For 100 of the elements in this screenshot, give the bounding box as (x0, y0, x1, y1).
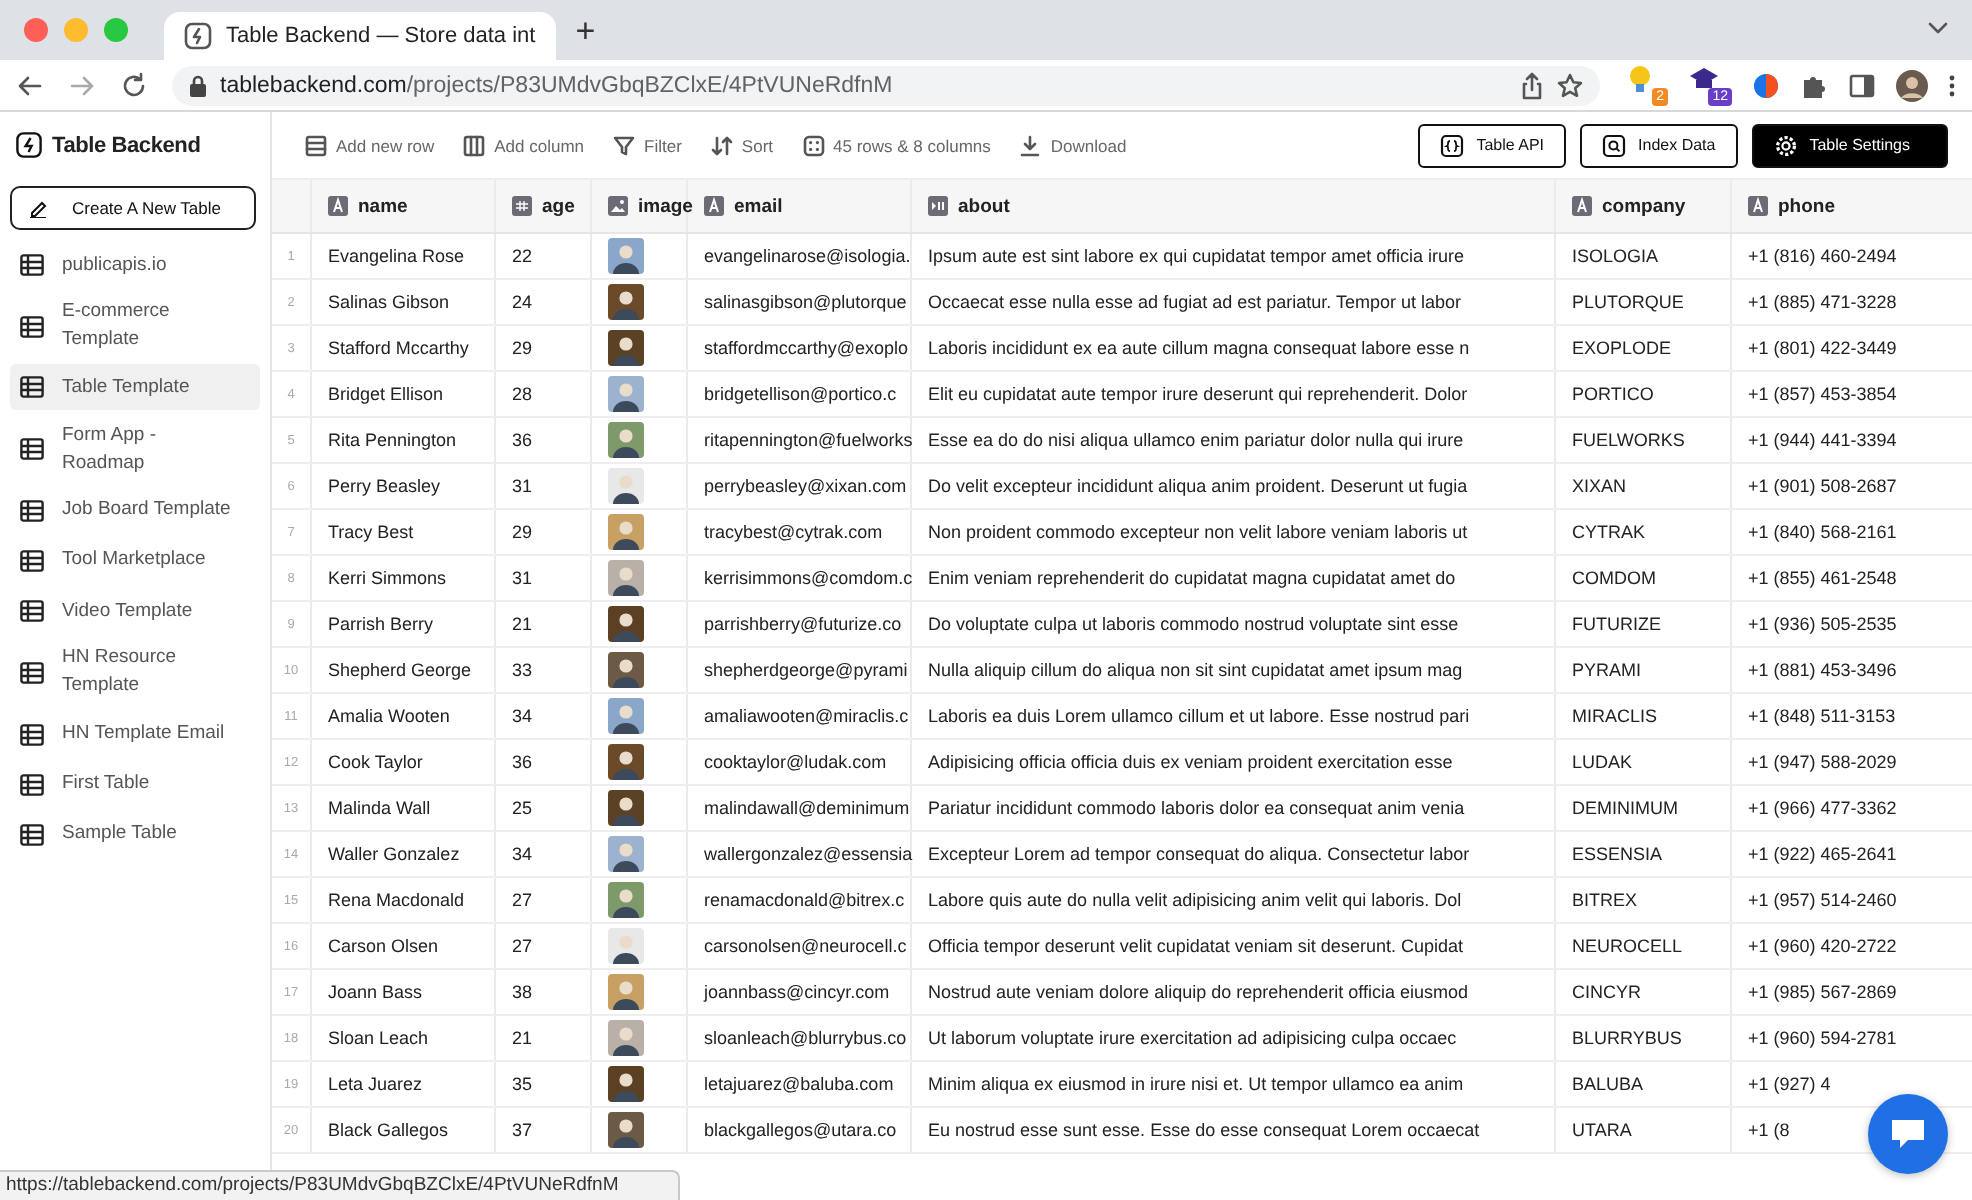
table-cell: Occaecat esse nulla esse ad fugiat ad est pariatur. Tempor ut labor (912, 280, 1556, 324)
sort-icon (709, 133, 734, 157)
chevron-down-icon[interactable] (1928, 20, 1948, 36)
sidebar-icon[interactable] (1848, 71, 1876, 99)
sidebar-item[interactable]: Video Template (10, 588, 260, 635)
table-cell-text: +1 (957) 514-2460 (1746, 888, 1899, 914)
sidebar-item[interactable]: HN Template Email (10, 711, 260, 757)
table-cell: XIXAN (1556, 464, 1732, 508)
status-url: https://tablebackend.com/projects/P83UMdvGbqBZClxE/4PtVUNeRdfnM (0, 1170, 681, 1200)
avatar-icon (608, 1112, 644, 1148)
table-cell: 28 (496, 372, 592, 416)
avatar-icon (608, 836, 644, 872)
chat-button[interactable] (1868, 1094, 1948, 1174)
sidebar-item[interactable]: HN Resource Template (10, 638, 260, 707)
table-cell: FUELWORKS (1556, 418, 1732, 462)
table-cell-text: +1 (840) 568-2161 (1746, 520, 1899, 546)
table-cell: Do voluptate culpa ut laboris commodo nostrud voluptate sint esse (912, 602, 1556, 646)
table-cell: Parrish Berry (312, 602, 496, 646)
table-icon (20, 315, 44, 338)
table-icon (20, 438, 44, 461)
table-cell: Bridget Ellison (312, 372, 496, 416)
table-cell: cooktaylor@ludak.com (688, 740, 912, 784)
table-icon (20, 723, 44, 745)
filter-button[interactable]: Filter (612, 133, 682, 157)
table-icon (20, 823, 44, 846)
table-cell: 27 (496, 924, 592, 968)
column-name[interactable]: image (638, 195, 693, 217)
tab-title: Table Backend — Store data int (226, 24, 536, 48)
sort-button[interactable]: Sort (709, 133, 774, 157)
table-cell: 31 (496, 556, 592, 600)
table-cell: shepherdgeorge@pyrami (688, 648, 912, 692)
index-button[interactable]: Index Data (1580, 123, 1738, 167)
table-cell: carsonolsen@neurocell.c (688, 924, 912, 968)
browser-tab[interactable]: Table Backend — Store data int (164, 12, 556, 60)
column-name[interactable]: phone (1778, 195, 1835, 217)
star-icon[interactable] (1556, 71, 1584, 99)
new-tab-button[interactable]: + (575, 13, 596, 47)
table-cell-text: +1 (801) 422-3449 (1746, 336, 1899, 362)
add-row-button[interactable]: Add new row (304, 133, 435, 157)
table-cell: Cook Taylor (312, 740, 496, 784)
filter-icon (612, 133, 637, 157)
table-cell: ritapennington@fuelworks (688, 418, 912, 462)
table-cell-text: +1 (855) 461-2548 (1746, 566, 1899, 592)
sidebar-item[interactable]: Form App - Roadmap (10, 415, 260, 484)
column-name[interactable]: email (734, 195, 783, 217)
lightning-icon (184, 22, 212, 50)
sidebar-item[interactable]: E-commerce Template (10, 292, 260, 361)
profile-avatar-icon[interactable] (1896, 69, 1928, 101)
menu-icon[interactable] (1948, 71, 1956, 99)
share-icon[interactable] (1520, 71, 1544, 99)
avatar-icon (608, 1066, 644, 1102)
table-cell-text: +1 (848) 511-3153 (1746, 704, 1898, 730)
table-cell: Black Gallegos (312, 1108, 496, 1152)
table-cell: 31 (496, 464, 592, 508)
table-cell: Excepteur Lorem ad tempor consequat do aliqua. Consectetur labor (912, 832, 1556, 876)
table-cell: DEMINIMUM (1556, 786, 1732, 830)
download-button[interactable]: Download (1018, 133, 1127, 157)
avatar-icon (608, 514, 644, 550)
circle-logo-icon[interactable] (1752, 71, 1780, 99)
add-column-button[interactable]: Add column (462, 133, 585, 157)
avatar-icon (608, 422, 644, 458)
table-cell: 29 (496, 326, 592, 370)
sidebar-item[interactable]: First Table (10, 761, 260, 808)
sidebar-item[interactable]: Sample Table (10, 811, 260, 858)
table-cell: Do velit excepteur incididunt aliqua anim proident. Deserunt ut fugia (912, 464, 1556, 508)
table-cell: 36 (496, 740, 592, 784)
back-icon[interactable] (16, 71, 44, 99)
settings-button[interactable]: Table Settings (1751, 123, 1948, 167)
table-cell: BALUBA (1556, 1062, 1732, 1106)
table-cell: kerrisimmons@comdom.c (688, 556, 912, 600)
sidebar-item[interactable]: Table Template (10, 364, 260, 411)
table-cell: UTARA (1556, 1108, 1732, 1152)
table-cell: 21 (496, 1016, 592, 1060)
table-cell: staffordmccarthy@exoplo (688, 326, 912, 370)
column-name[interactable]: age (542, 195, 575, 217)
api-button[interactable]: Table API (1418, 123, 1567, 167)
code-icon (1440, 133, 1465, 157)
table-cell: FUTURIZE (1556, 602, 1732, 646)
table-cell: Tracy Best (312, 510, 496, 554)
column-name[interactable]: about (958, 195, 1010, 217)
table-cell: Kerri Simmons (312, 556, 496, 600)
address-bar[interactable]: tablebackend.com/projects/P83UMdvGbqBZClxE/4PtVUNeRdfnM (172, 65, 1600, 105)
count-button[interactable]: 45 rows & 8 columns (801, 133, 991, 157)
table-cell: ISOLOGIA (1556, 234, 1732, 278)
table-cell: letajuarez@baluba.com (688, 1062, 912, 1106)
puzzle-icon[interactable] (1800, 71, 1828, 99)
column-name[interactable]: company (1602, 195, 1686, 217)
sidebar-item[interactable]: Job Board Template (10, 487, 260, 534)
table-cell-text: +1 (816) 460-2494 (1746, 244, 1899, 270)
table-cell: 37 (496, 1108, 592, 1152)
table-cell: PLUTORQUE (1556, 280, 1732, 324)
table-cell: joannbass@cincyr.com (688, 970, 912, 1014)
column-name[interactable]: name (358, 195, 408, 217)
create-table-button[interactable]: Create A New Table (10, 186, 256, 230)
table-cell: Rita Pennington (312, 418, 496, 462)
avatar-icon (608, 928, 644, 964)
reload-icon[interactable] (120, 71, 148, 99)
sidebar-item[interactable]: Tool Marketplace (10, 537, 260, 584)
table-cell: bridgetellison@portico.c (688, 372, 912, 416)
sidebar-item[interactable]: publicapis.io (10, 242, 260, 288)
